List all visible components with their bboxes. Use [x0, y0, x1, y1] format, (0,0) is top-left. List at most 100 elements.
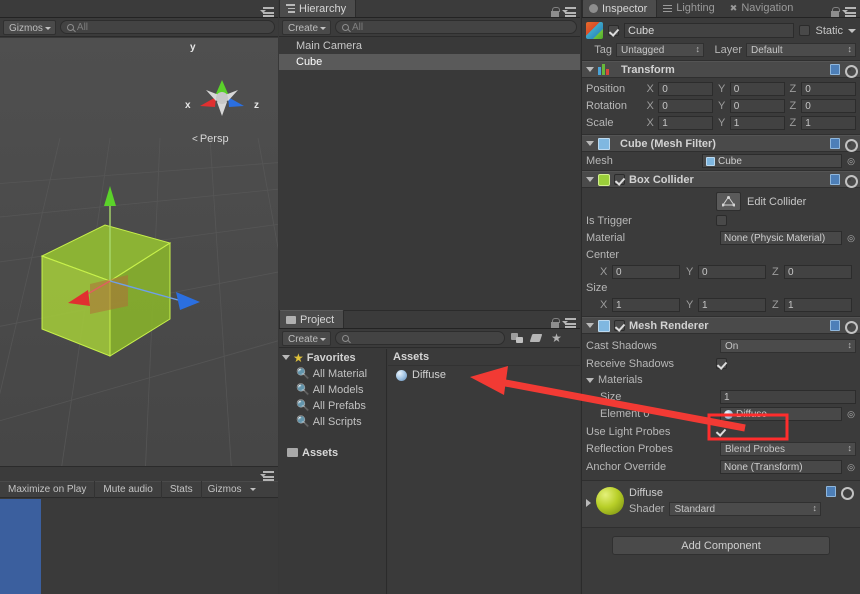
is-trigger-checkbox[interactable] [716, 215, 727, 226]
project-assets-tree-item[interactable]: Assets [279, 444, 386, 461]
transform-header[interactable]: Transform [582, 61, 860, 78]
hierarchy-menu-icon[interactable] [562, 7, 576, 17]
game-gizmos-button[interactable]: Gizmos [202, 481, 248, 498]
transform-header-actions[interactable] [830, 64, 860, 78]
tab-navigation[interactable]: ✖ Navigation [724, 0, 803, 17]
gear-icon[interactable] [844, 64, 858, 78]
center-z-input[interactable]: 0 [784, 264, 852, 279]
hierarchy-create-button[interactable]: Create [282, 19, 332, 35]
perspective-label[interactable]: < Persp [192, 133, 229, 145]
size-y-input[interactable]: 1 [698, 297, 766, 312]
lock-icon[interactable] [551, 318, 560, 328]
tab-project[interactable]: Project [279, 310, 345, 328]
edit-collider-button[interactable] [716, 192, 741, 211]
layer-dropdown[interactable]: Default [746, 42, 856, 57]
project-create-button[interactable]: Create [282, 330, 332, 346]
help-icon[interactable] [826, 486, 836, 497]
lock-icon[interactable] [551, 7, 560, 17]
receive-shadows-checkbox[interactable] [716, 358, 727, 369]
assets-item-diffuse[interactable]: Diffuse [388, 366, 580, 384]
chevron-down-icon[interactable] [282, 355, 290, 360]
project-favorite-item[interactable]: 🔍 All Material [279, 366, 386, 382]
box-collider-enabled-checkbox[interactable] [614, 174, 625, 185]
mesh-object-field[interactable]: Cube [702, 154, 842, 168]
rotation-y-input[interactable]: 0 [729, 98, 785, 113]
help-icon[interactable] [830, 64, 840, 75]
game-gizmos-dropdown-icon[interactable] [248, 481, 258, 498]
object-enabled-checkbox[interactable] [608, 25, 619, 36]
mesh-renderer-enabled-checkbox[interactable] [614, 320, 625, 331]
hierarchy-search-input[interactable]: All [335, 20, 577, 34]
mesh-picker-icon[interactable]: ◎ [846, 156, 856, 167]
project-tab-icons[interactable] [551, 318, 580, 328]
physic-material-picker-icon[interactable]: ◎ [846, 233, 856, 244]
chevron-down-icon[interactable] [586, 323, 594, 328]
game-view-tab-icons[interactable] [260, 471, 278, 481]
game-viewport[interactable] [0, 499, 278, 594]
chevron-right-icon[interactable] [586, 499, 591, 507]
mesh-renderer-header[interactable]: Mesh Renderer [582, 317, 860, 334]
project-search-input[interactable] [335, 331, 506, 345]
filter-by-type-icon[interactable] [509, 331, 526, 346]
position-z-input[interactable]: 0 [801, 81, 857, 96]
materials-size-input[interactable]: 1 [720, 389, 856, 404]
help-icon[interactable] [830, 320, 840, 331]
project-favorite-item[interactable]: 🔍 All Models [279, 382, 386, 398]
element0-picker-icon[interactable]: ◎ [846, 409, 856, 420]
inspector-tab-icons[interactable] [831, 7, 860, 17]
physic-material-object-field[interactable]: None (Physic Material) [720, 231, 842, 245]
tag-dropdown[interactable]: Untagged [616, 42, 704, 57]
gear-icon[interactable] [844, 320, 858, 334]
center-y-input[interactable]: 0 [698, 264, 766, 279]
mesh-filter-header-actions[interactable] [830, 138, 860, 152]
chevron-down-icon[interactable] [586, 141, 594, 146]
rotation-z-input[interactable]: 0 [801, 98, 857, 113]
box-collider-header[interactable]: Box Collider [582, 171, 860, 188]
tab-lighting[interactable]: Lighting [657, 0, 724, 17]
mesh-renderer-header-actions[interactable] [830, 320, 860, 334]
project-favorite-item[interactable]: 🔍 All Scripts [279, 414, 386, 430]
chevron-down-icon[interactable] [586, 177, 594, 182]
material-preview-actions[interactable] [826, 486, 856, 500]
scale-z-input[interactable]: 1 [801, 115, 857, 130]
scene-gizmos-button[interactable]: Gizmos [3, 19, 56, 35]
position-x-input[interactable]: 0 [658, 81, 713, 96]
project-favorite-item[interactable]: 🔍 All Prefabs [279, 398, 386, 414]
chevron-down-icon[interactable] [586, 377, 594, 383]
help-icon[interactable] [830, 138, 840, 149]
mesh-filter-header[interactable]: Cube (Mesh Filter) [582, 135, 860, 152]
materials-foldout-row[interactable]: Materials [586, 372, 856, 388]
game-view-menu-icon[interactable] [260, 471, 274, 481]
scale-x-input[interactable]: 1 [658, 115, 713, 130]
size-x-input[interactable]: 1 [612, 297, 680, 312]
use-light-probes-checkbox[interactable] [716, 426, 727, 437]
hierarchy-tab-icons[interactable] [551, 7, 580, 17]
favorite-star-icon[interactable]: ★ [549, 331, 564, 346]
tab-hierarchy[interactable]: Hierarchy [279, 0, 357, 17]
gear-icon[interactable] [844, 138, 858, 152]
rotation-x-input[interactable]: 0 [658, 98, 713, 113]
box-collider-header-actions[interactable] [830, 174, 860, 188]
hierarchy-item-cube[interactable]: Cube [279, 54, 580, 70]
tab-inspector[interactable]: Inspector [582, 0, 658, 17]
project-favorites-group[interactable]: ★ Favorites [279, 349, 386, 366]
reflection-probes-dropdown[interactable]: Blend Probes [720, 442, 856, 456]
filter-by-label-icon[interactable] [529, 331, 545, 346]
inspector-menu-icon[interactable] [842, 7, 856, 17]
project-assets-column[interactable]: Assets Diffuse [388, 349, 580, 594]
project-tree-column[interactable]: ★ Favorites 🔍 All Material 🔍 All Models … [279, 349, 387, 594]
static-checkbox[interactable] [799, 25, 811, 36]
hierarchy-list[interactable]: Main Camera Cube [279, 38, 580, 310]
shader-dropdown[interactable]: Standard [669, 501, 821, 516]
element0-object-field[interactable]: Diffuse [720, 407, 842, 421]
mute-audio-button[interactable]: Mute audio [95, 481, 162, 498]
anchor-override-object-field[interactable]: None (Transform) [720, 460, 842, 474]
hierarchy-item-main-camera[interactable]: Main Camera [279, 38, 580, 54]
chevron-down-icon[interactable] [586, 67, 594, 72]
static-dropdown-icon[interactable] [848, 28, 856, 33]
scene-view-tab-icons[interactable] [260, 7, 278, 17]
scene-search-input[interactable]: All [59, 20, 275, 34]
gear-icon[interactable] [844, 174, 858, 188]
project-menu-icon[interactable] [562, 318, 576, 328]
maximize-on-play-button[interactable]: Maximize on Play [0, 481, 96, 498]
